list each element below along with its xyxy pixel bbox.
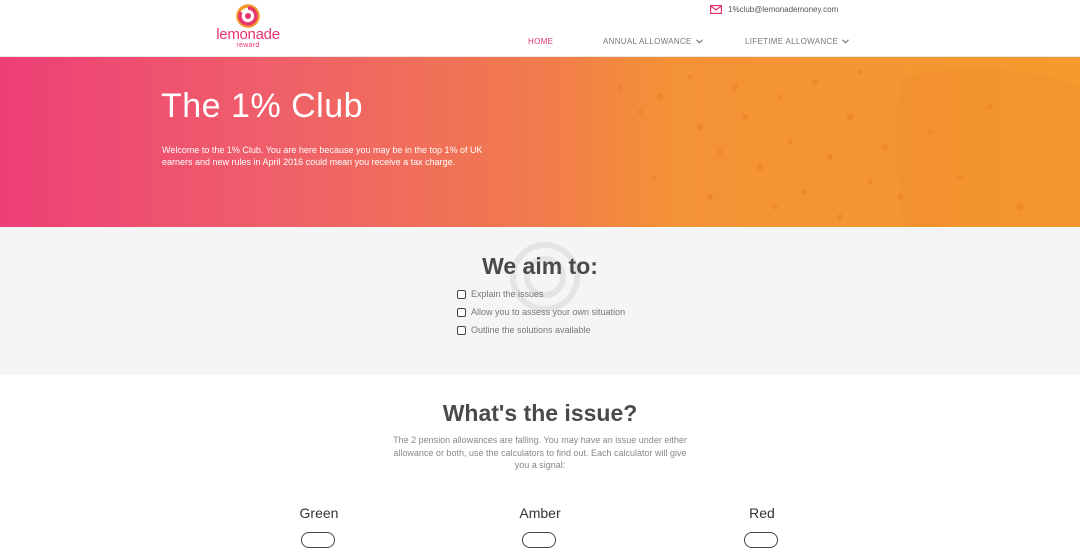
site-header: lemonade reward 1%club@lemonademoney.com… [0, 0, 1080, 57]
signal-red-label: Red [749, 505, 775, 521]
chevron-down-icon [842, 39, 850, 44]
checkbox-icon [457, 289, 466, 299]
aim-label: Allow you to assess your own situation [471, 307, 626, 317]
checkbox-icon [457, 307, 466, 317]
nav-annual-allowance-label: ANNUAL ALLOWANCE [603, 37, 692, 46]
issue-description: The 2 pension allowances are falling. Yo… [393, 435, 687, 470]
aims-list: Explain the issues Allow you to assess y… [457, 285, 625, 339]
nav-lifetime-allowance[interactable]: LIFETIME ALLOWANCE [745, 37, 850, 46]
aim-label: Explain the issues [471, 289, 544, 299]
mail-icon [710, 5, 722, 14]
contact-email[interactable]: 1%club@lemonademoney.com [710, 5, 838, 14]
logo-swirl-icon [236, 4, 260, 28]
chevron-down-icon [695, 39, 703, 44]
checkbox-icon [457, 325, 466, 335]
aims-section: We aim to: Explain the issues Allow you … [0, 227, 1080, 375]
brand-subname: reward [236, 42, 260, 49]
nav-home-label: HOME [528, 37, 554, 46]
hero-intro-text: Welcome to the 1% Club. You are here bec… [162, 145, 483, 167]
signal-amber-label: Amber [519, 505, 561, 521]
aims-title: We aim to: [482, 253, 598, 279]
issue-title: What's the issue? [442, 400, 638, 426]
list-item: Outline the solutions available [457, 321, 625, 339]
signal-green-label: Green [299, 505, 339, 521]
hero-title: The 1% Club [161, 87, 364, 125]
issue-section: What's the issue? The 2 pension allowanc… [0, 375, 1080, 548]
hero-texture [617, 69, 1080, 227]
brand-name: lemonade [216, 26, 280, 43]
aim-label: Outline the solutions available [471, 325, 591, 335]
nav-annual-allowance[interactable]: ANNUAL ALLOWANCE [603, 37, 703, 46]
list-item: Explain the issues [457, 285, 625, 303]
signal-green-button[interactable] [301, 532, 335, 548]
nav-home[interactable]: HOME [528, 37, 553, 46]
brand-logo[interactable]: lemonade reward [216, 4, 280, 52]
signal-amber-button[interactable] [522, 532, 556, 548]
hero-banner: The 1% Club Welcome to the 1% Club. You … [0, 57, 1080, 227]
contact-email-text: 1%club@lemonademoney.com [728, 5, 839, 14]
nav-lifetime-allowance-label: LIFETIME ALLOWANCE [745, 37, 839, 46]
list-item: Allow you to assess your own situation [457, 303, 625, 321]
signal-red-button[interactable] [744, 532, 778, 548]
